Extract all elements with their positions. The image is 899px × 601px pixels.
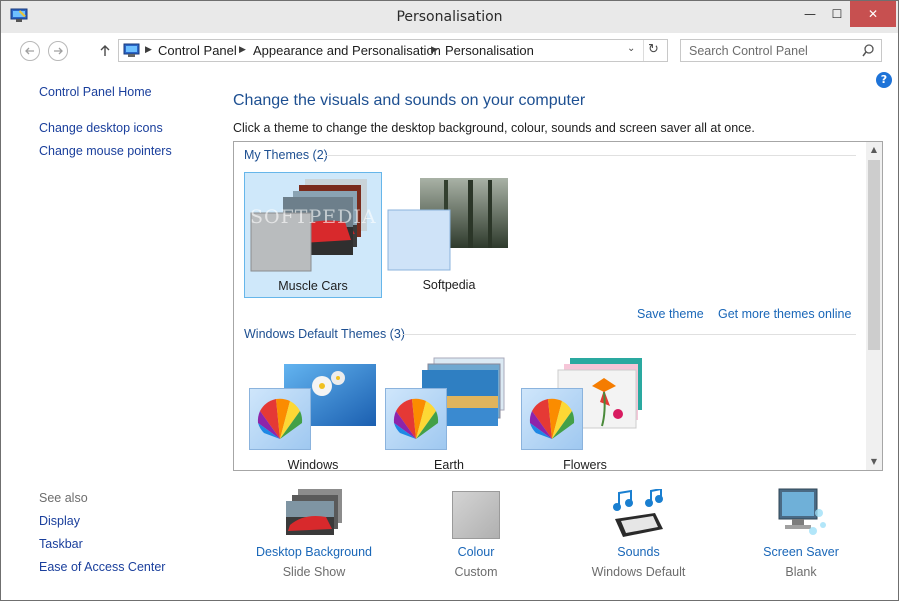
arrow-right-icon	[54, 47, 63, 55]
default-themes-heading: Windows Default Themes (3)	[244, 327, 405, 341]
theme-muscle-cars[interactable]: Muscle Cars	[244, 172, 382, 298]
personalisation-window: Personalisation — ☐ ✕ ▶ Control Panel ▶ …	[0, 0, 899, 601]
colour-icon	[452, 491, 500, 539]
screen-saver-label[interactable]: Screen Saver	[751, 545, 851, 559]
title-bar[interactable]: Personalisation — ☐ ✕	[1, 1, 898, 33]
theme-label: Muscle Cars	[278, 279, 348, 293]
scroll-thumb[interactable]	[868, 160, 880, 350]
softpedia-watermark: SOFTPEDIA	[250, 206, 377, 228]
scroll-down-icon[interactable]: ▼	[866, 454, 882, 470]
help-icon[interactable]: ?	[876, 72, 892, 88]
colour-label[interactable]: Colour	[426, 545, 526, 559]
desktop-background-icon	[286, 489, 342, 535]
my-themes-heading: My Themes (2)	[244, 148, 328, 162]
breadcrumb-separator-icon: ▶	[431, 45, 438, 55]
control-panel-home-link[interactable]: Control Panel Home	[39, 85, 152, 99]
color-palette-icon	[249, 388, 311, 450]
breadcrumb-control-panel[interactable]: Control Panel	[158, 43, 237, 58]
maximize-button[interactable]: ☐	[824, 1, 850, 27]
group-divider	[326, 155, 856, 156]
navigation-bar: ▶ Control Panel ▶ Appearance and Persona…	[1, 33, 898, 69]
address-bar[interactable]: ▶ Control Panel ▶ Appearance and Persona…	[118, 39, 668, 62]
theme-label: Windows	[287, 458, 339, 471]
refresh-icon[interactable]: ↻	[648, 42, 659, 57]
save-theme-link[interactable]: Save theme	[637, 307, 704, 321]
change-mouse-pointers-link[interactable]: Change mouse pointers	[39, 144, 172, 158]
screen-saver-icon	[778, 488, 826, 535]
sounds-setting[interactable]: Sounds Windows Default	[581, 487, 696, 587]
forward-button[interactable]	[48, 41, 68, 61]
display-link[interactable]: Display	[39, 514, 80, 528]
group-divider	[402, 334, 856, 335]
softpedia-thumbnail	[387, 178, 508, 271]
see-also-heading: See also	[39, 491, 88, 505]
screen-saver-setting[interactable]: Screen Saver Blank	[751, 487, 851, 587]
control-panel-icon	[123, 43, 140, 57]
search-input[interactable]: Search Control Panel	[689, 44, 808, 58]
theme-label: Earth	[434, 458, 464, 471]
breadcrumb-separator-icon: ▶	[239, 45, 246, 55]
colour-value: Custom	[454, 565, 498, 579]
color-palette-icon	[385, 388, 447, 450]
breadcrumb-appearance[interactable]: Appearance and Personalisation	[253, 43, 441, 58]
address-divider	[643, 40, 644, 61]
colour-setting[interactable]: Colour Custom	[426, 487, 526, 587]
theme-label: Flowers	[563, 458, 607, 471]
desktop-background-setting[interactable]: Desktop Background Slide Show	[249, 487, 379, 587]
theme-earth[interactable]: Earth	[380, 352, 518, 471]
search-box[interactable]: Search Control Panel	[680, 39, 882, 62]
close-icon: ✕	[867, 7, 879, 21]
close-button[interactable]: ✕	[850, 1, 896, 27]
ease-of-access-link[interactable]: Ease of Access Center	[39, 560, 165, 574]
arrow-left-icon	[25, 47, 34, 55]
minimize-button[interactable]: —	[796, 1, 824, 27]
theme-flowers[interactable]: Flowers	[516, 352, 654, 471]
maximize-icon: ☐	[831, 7, 843, 21]
breadcrumb-personalisation[interactable]: Personalisation	[445, 43, 534, 58]
minimize-icon: —	[804, 7, 816, 21]
theme-label: Softpedia	[422, 278, 476, 292]
themes-scrollbar[interactable]: ▲ ▼	[866, 142, 882, 470]
change-desktop-icons-link[interactable]: Change desktop icons	[39, 121, 163, 135]
page-description: Click a theme to change the desktop back…	[233, 121, 755, 135]
scroll-up-icon[interactable]: ▲	[866, 142, 882, 158]
get-more-themes-link[interactable]: Get more themes online	[718, 307, 851, 321]
theme-windows[interactable]: Windows	[244, 352, 382, 471]
color-palette-icon	[521, 388, 583, 450]
breadcrumb-separator-icon: ▶	[145, 45, 152, 55]
screen-saver-value: Blank	[785, 565, 817, 579]
up-button[interactable]	[96, 41, 114, 61]
sounds-label[interactable]: Sounds	[581, 545, 696, 559]
window-title: Personalisation	[396, 9, 503, 25]
back-button[interactable]	[20, 41, 40, 61]
sounds-icon	[613, 489, 663, 537]
theme-softpedia[interactable]: Softpedia	[380, 172, 518, 298]
desktop-background-label[interactable]: Desktop Background	[249, 545, 379, 559]
sounds-value: Windows Default	[591, 565, 686, 579]
themes-list[interactable]: My Themes (2) Muscle Cars Softpedia SOFT…	[233, 141, 883, 471]
page-title: Change the visuals and sounds on your co…	[233, 92, 586, 109]
search-icon[interactable]	[862, 44, 874, 58]
chevron-down-icon[interactable]: ⌄	[627, 43, 635, 54]
arrow-up-icon	[100, 45, 110, 56]
taskbar-link[interactable]: Taskbar	[39, 537, 83, 551]
desktop-background-value: Slide Show	[282, 565, 346, 579]
